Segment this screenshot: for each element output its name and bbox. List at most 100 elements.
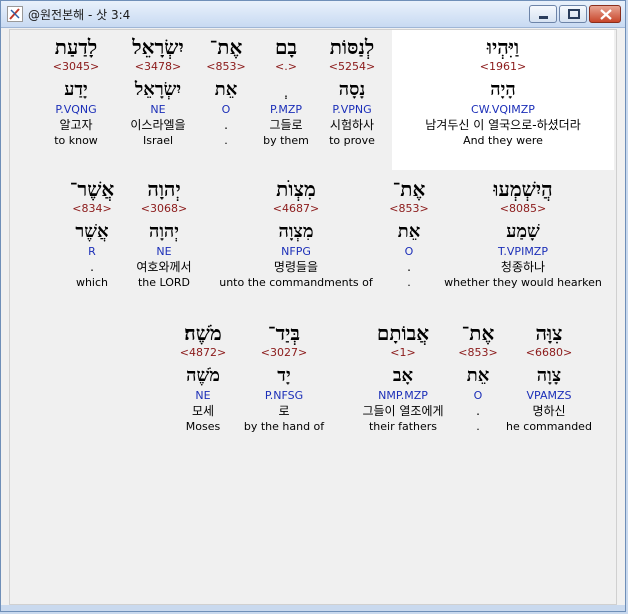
korean-gloss: 이스라엘을 xyxy=(130,118,186,132)
morph-code: P.MZP xyxy=(269,103,303,116)
lemma-word: הָיָה xyxy=(490,79,516,100)
morph-code: P.VQNG xyxy=(55,103,97,116)
english-gloss: he commanded xyxy=(506,420,592,433)
word-column[interactable]: מִצְוֺת <4687> מִצְוָה NFPG 명령들을 unto the com… xyxy=(214,176,378,290)
lemma-word: נָסָה xyxy=(338,79,366,100)
english-gloss: by them xyxy=(263,134,309,147)
word-column[interactable]: אֲשֶׁר־ <834> אֲשֶׁר R. which xyxy=(50,176,134,290)
hebrew-word: לָדַעַת xyxy=(54,35,98,59)
strongs-number: <.> xyxy=(275,60,297,73)
status-bar xyxy=(1,605,625,611)
english-gloss: which xyxy=(75,276,109,289)
word-column[interactable]: הֲיִשְׁמְעוּ <8085> שָׁמַע T.VPIMZP 청종하나 whet… xyxy=(440,176,606,290)
word-column[interactable]: מֹשֶׁה׃ <4872> מֹשֶׁה NE 모세 Moses xyxy=(168,320,238,434)
lemma-word: יִשְׂרָאֵל xyxy=(134,79,182,100)
morph-code: P.NFSG xyxy=(264,389,304,402)
strongs-number: <8085> xyxy=(499,202,547,215)
title-bar[interactable]: @원전본해 - 삿 3:4 xyxy=(1,1,625,28)
lemma-word: אֲשֶׁר xyxy=(75,221,109,242)
morph-code: VPAMZS xyxy=(526,389,572,402)
hebrew-word: מִצְוֺת xyxy=(276,177,316,201)
minimize-icon xyxy=(539,16,548,19)
lemma-word: יָדַע xyxy=(64,79,88,100)
lemma-word: אָב xyxy=(392,365,414,386)
english-gloss: their fathers xyxy=(368,420,438,433)
maximize-icon xyxy=(568,9,580,19)
lemma-word: אֵת xyxy=(397,221,421,242)
korean-gloss: 명령들을 xyxy=(273,260,319,274)
lemma-word: יְהוָה xyxy=(148,221,180,242)
maximize-button[interactable] xyxy=(559,5,587,23)
korean-gloss: 시험하사 xyxy=(329,118,375,132)
morph-code: R xyxy=(88,245,96,258)
strongs-number: <4872> xyxy=(179,346,227,359)
morph-code: NFPG xyxy=(281,245,311,258)
word-column[interactable]: יִשְׂרָאֵל <3478> יִשְׂרָאֵל NE 이스라엘을 Israel xyxy=(108,34,208,148)
hebrew-word: אֶת־ xyxy=(392,177,426,201)
lemma-word: צָוָה xyxy=(536,365,562,386)
korean-gloss: 여호와께서 xyxy=(136,260,192,274)
morph-code: NE xyxy=(150,103,166,116)
word-column[interactable]: אֲבוֹתָם <1> אָב NMP.MZP 그들이 열조에게 their fathe… xyxy=(338,320,468,434)
korean-gloss: 명하신 xyxy=(532,404,566,418)
english-gloss: the LORD xyxy=(137,276,191,289)
hebrew-word: הֲיִשְׁמְעוּ xyxy=(493,177,553,201)
morph-code: T.VPIMZP xyxy=(498,245,548,258)
hebrew-word: בְּיַד־ xyxy=(267,321,301,345)
hebrew-word: יִשְׂרָאֵל xyxy=(132,35,184,59)
hebrew-word: לְנַסּוֹת xyxy=(329,35,375,59)
strongs-number: <3045> xyxy=(52,60,100,73)
hebrew-word: וַיִּהְיוּ xyxy=(486,35,520,59)
word-column[interactable]: לָדַעַת <3045> יָדַע P.VQNG 알고자 to know xyxy=(38,34,114,148)
hebrew-word: בָם xyxy=(274,35,298,59)
korean-gloss: 알고자 xyxy=(59,118,93,132)
hebrew-word: מֹשֶׁה׃ xyxy=(184,321,222,345)
korean-gloss: 청종하나 xyxy=(500,260,546,274)
lemma-word: יָד xyxy=(277,365,291,386)
word-column[interactable]: בְּיַד־ <3027> יָד P.NFSG 로 by the hand of xyxy=(236,320,332,434)
strongs-number: <834> xyxy=(72,202,112,215)
strongs-number: <3068> xyxy=(140,202,188,215)
app-icon xyxy=(7,6,23,22)
english-gloss: by the hand of xyxy=(243,420,325,433)
close-icon xyxy=(600,9,612,20)
word-column[interactable]: לְנַסּוֹת <5254> נָסָה P.VPNG 시험하사 to prove xyxy=(312,34,392,148)
strongs-number: <5254> xyxy=(328,60,376,73)
word-column[interactable]: וַיִּהְיוּ <1961> הָיָה CW.VQIMZP 남겨두신 이 열국으… xyxy=(392,34,614,148)
english-gloss: . xyxy=(407,276,411,289)
morph-code: NMP.MZP xyxy=(378,389,428,402)
korean-gloss: 남겨두신 이 열국으로-하셨더라 xyxy=(425,118,581,132)
lemma-word: מִצְוָה xyxy=(278,221,314,242)
interlinear-panel: וַיִּהְיוּ <1961> הָיָה CW.VQIMZP 남겨두신 이 열국으… xyxy=(9,29,617,605)
english-gloss: unto the commandments of xyxy=(219,276,373,289)
english-gloss: to prove xyxy=(329,134,375,147)
minimize-button[interactable] xyxy=(529,5,557,23)
word-column[interactable]: אֶת־ <853> אֵת O.. xyxy=(370,176,448,290)
main-window: @원전본해 - 삿 3:4 וַיִּהְיוּ <1961> הָיָה CW.VQ… xyxy=(0,0,626,612)
strongs-number: <4687> xyxy=(272,202,320,215)
hebrew-word: אֲשֶׁר־ xyxy=(69,177,115,201)
hebrew-word: אֲבוֹתָם xyxy=(376,321,430,345)
korean-gloss: . xyxy=(90,260,94,274)
close-button[interactable] xyxy=(589,5,621,23)
morph-code: O xyxy=(404,245,414,258)
korean-gloss: 모세 xyxy=(191,404,215,418)
lemma-word: מֹשֶׁה xyxy=(186,365,220,386)
lemma-word: שָׁמַע xyxy=(506,221,540,242)
morph-code: NE xyxy=(195,389,211,402)
english-gloss: to know xyxy=(54,134,98,147)
strongs-number: <3478> xyxy=(134,60,182,73)
korean-gloss: 로 xyxy=(278,404,290,418)
english-gloss: whether they would hearken xyxy=(444,276,602,289)
strongs-number: <1961> xyxy=(479,60,527,73)
word-column[interactable]: צִוָּה <6680> צָוָה VPAMZS 명하신 he commanded xyxy=(504,320,594,434)
word-column[interactable]: יְהוָה <3068> יְהוָה NE 여호와께서 the LORD xyxy=(128,176,200,290)
strongs-number: <6680> xyxy=(525,346,573,359)
english-gloss: Moses xyxy=(185,420,221,433)
korean-gloss: . xyxy=(407,260,411,274)
morph-code: P.VPNG xyxy=(332,103,372,116)
word-column[interactable]: בָם<.>ְP.MZP 그들로 by them xyxy=(254,34,318,148)
lemma-word: ְ xyxy=(254,77,318,103)
english-gloss: And they were xyxy=(463,134,543,147)
strongs-number: <3027> xyxy=(260,346,308,359)
